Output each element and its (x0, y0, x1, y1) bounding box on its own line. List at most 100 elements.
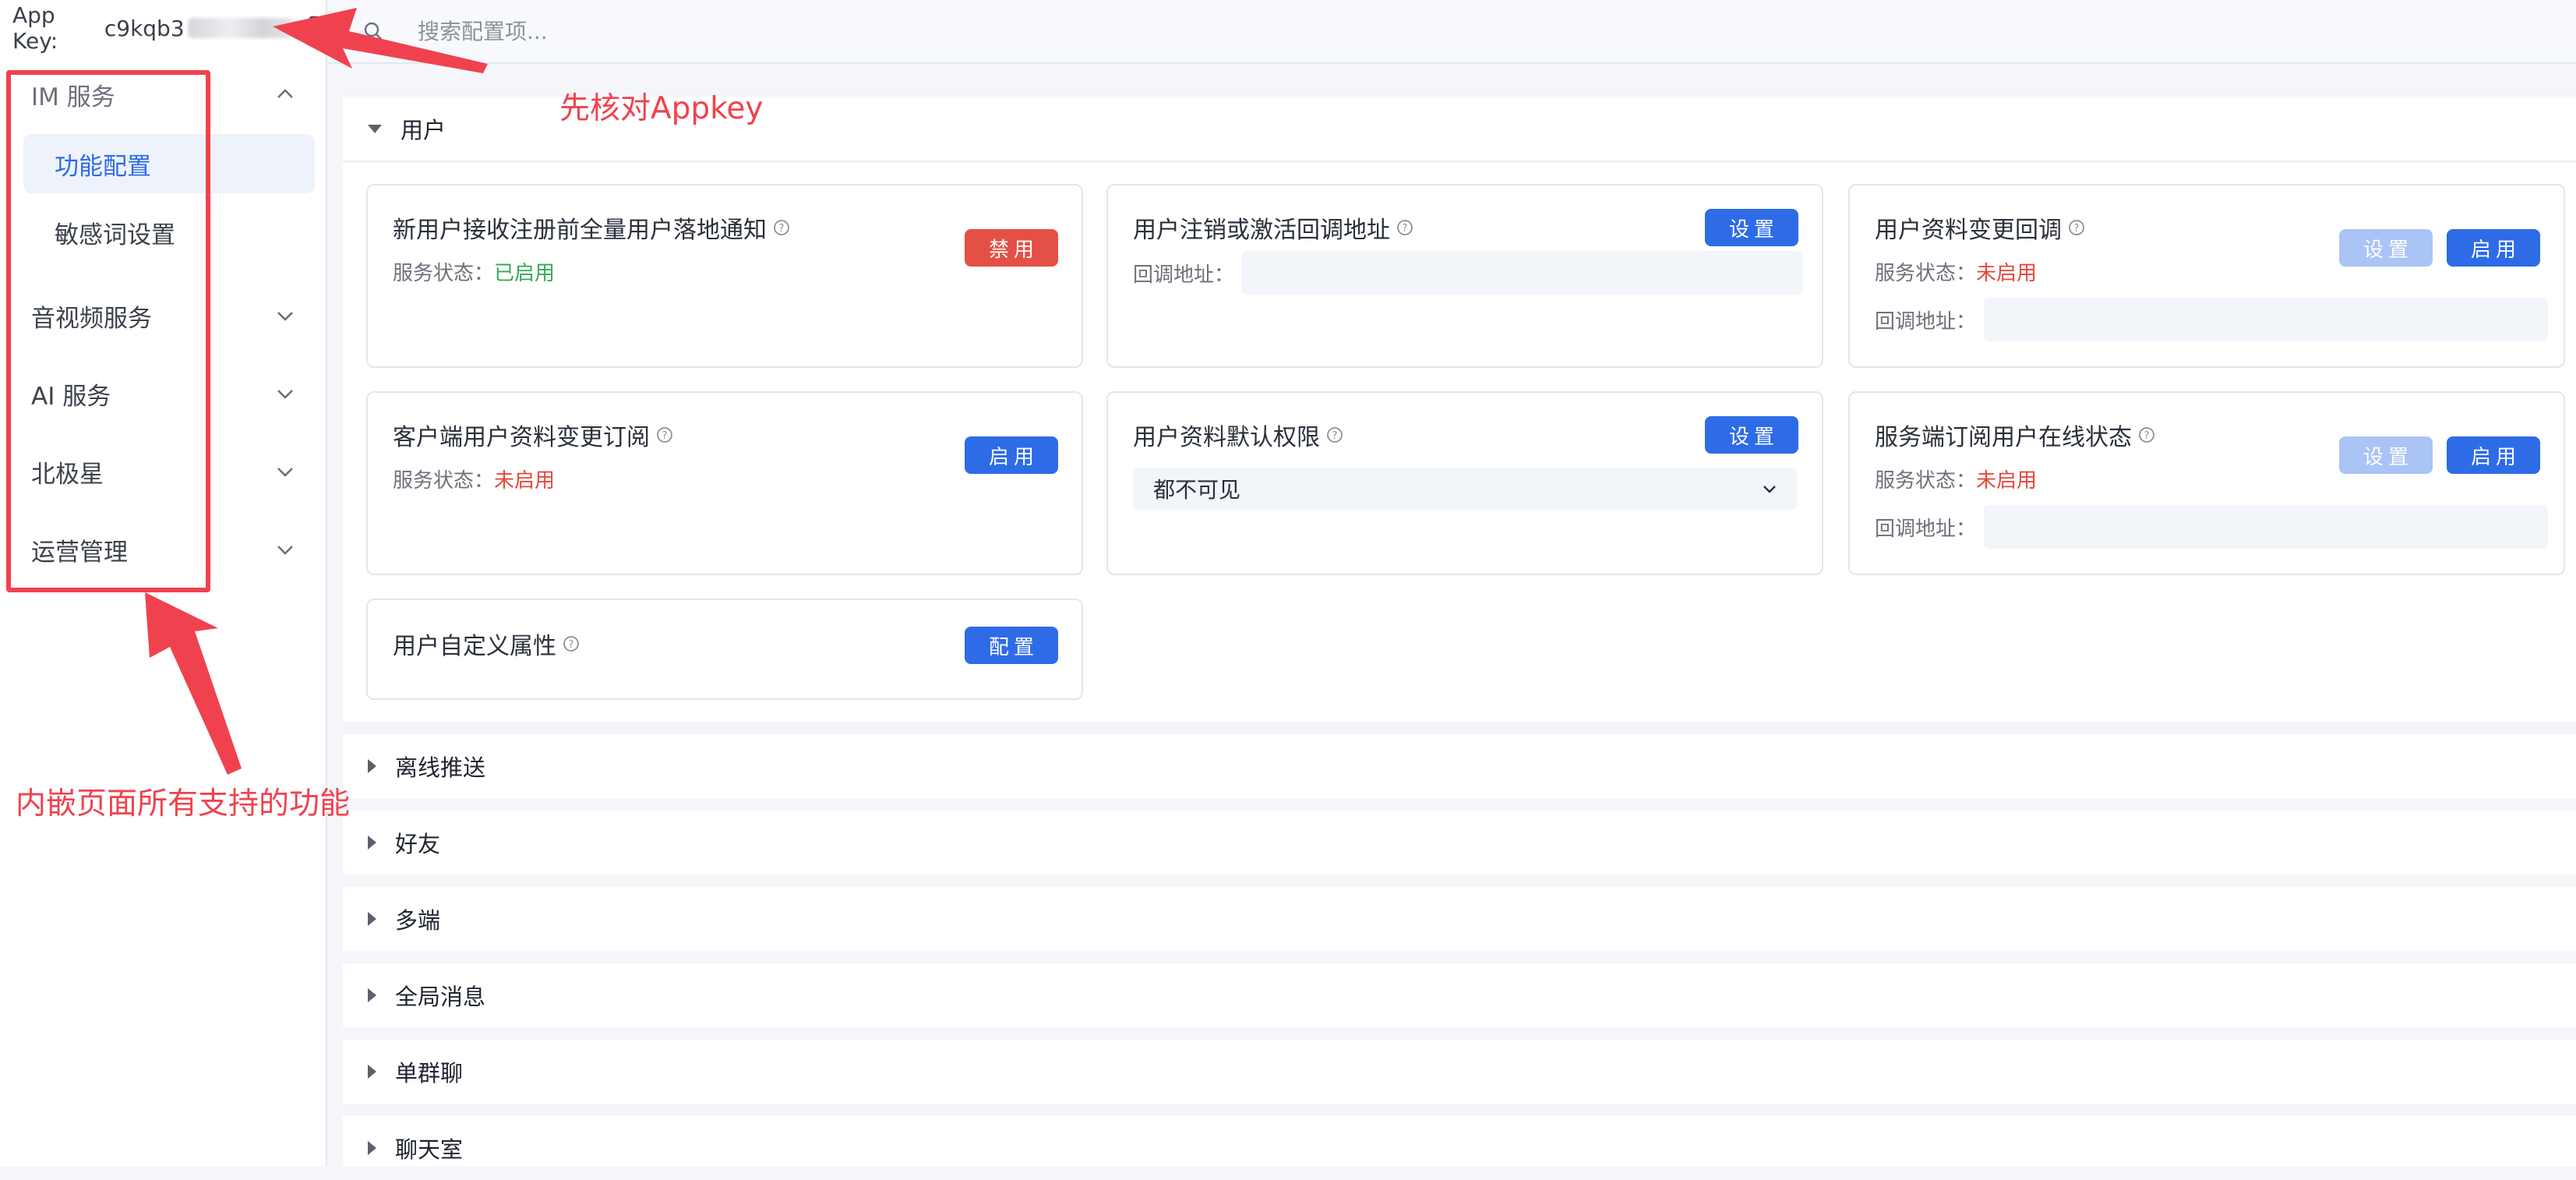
section-header[interactable]: 全局消息 (343, 963, 2576, 1027)
app-key-row: App Key: c9kqb3 (12, 2, 326, 54)
copy-icon[interactable] (304, 15, 326, 41)
card-title: 用户自定义属性 ? (393, 627, 580, 661)
help-icon[interactable]: ? (1326, 426, 1343, 443)
card-title-text: 用户注销或激活回调地址 (1133, 217, 1390, 244)
card-server-online-subscribe: 服务端订阅用户在线状态 ? 服务状态：未启用 回调地址： 设置 启用 (1848, 391, 2565, 575)
section-header[interactable]: 聊天室 (343, 1116, 2576, 1180)
caret-down-icon (368, 124, 382, 133)
card-title-text: 用户自定义属性 (393, 633, 556, 660)
card-user-profile-callback: 用户资料变更回调 ? 服务状态：未启用 回调地址： 设置 启用 (1848, 184, 2565, 368)
card-title-text: 新用户接收注册前全量用户落地通知 (393, 217, 767, 244)
svg-text:?: ? (779, 223, 785, 235)
section-title: 全局消息 (395, 984, 486, 1010)
callback-url-input[interactable] (1984, 298, 2549, 341)
callback-row: 回调地址： (1875, 298, 2549, 341)
help-icon[interactable]: ? (2068, 219, 2085, 236)
section-title: 用户 (401, 117, 446, 143)
status-value: 未启用 (494, 469, 556, 493)
svg-text:?: ? (2144, 430, 2150, 442)
caret-right-icon (368, 988, 376, 1002)
status-value: 未启用 (1976, 262, 2038, 285)
card-title: 服务端订阅用户在线状态 ? (1875, 418, 2155, 452)
card-title: 客户端用户资料变更订阅 ? (393, 418, 673, 452)
service-status: 服务状态：未启用 (1875, 465, 2037, 493)
callback-url-input[interactable] (1242, 251, 1804, 295)
chevron-down-icon (277, 546, 293, 555)
card-title: 用户资料默认权限 ? (1133, 418, 1343, 452)
card-user-logout-callback: 用户注销或激活回调地址 ? 回调地址： 设置 (1106, 184, 1823, 368)
chevron-up-icon (277, 89, 293, 98)
service-status: 服务状态：未启用 (393, 465, 555, 493)
set-button[interactable]: 设置 (2339, 436, 2433, 474)
caret-right-icon (368, 1065, 376, 1079)
card-title: 新用户接收注册前全量用户落地通知 ? (393, 210, 790, 245)
configure-button[interactable]: 配置 (965, 627, 1058, 664)
svg-text:?: ? (1332, 430, 1338, 442)
section-global-message[interactable]: 全局消息 (343, 963, 2576, 1027)
service-status: 服务状态：未启用 (1875, 257, 2037, 286)
callback-url-input[interactable] (1984, 505, 2549, 549)
section-friends[interactable]: 好友 (343, 811, 2576, 874)
search-icon (364, 22, 382, 40)
callback-row: 回调地址： (1875, 505, 2549, 549)
status-label: 服务状态： (393, 262, 495, 285)
section-header[interactable]: 好友 (343, 811, 2576, 874)
help-icon[interactable]: ? (656, 426, 673, 443)
section-p2p-group-chat[interactable]: 单群聊 (343, 1040, 2576, 1104)
annotation-menu-note: 内嵌页面所有支持的功能 (16, 786, 351, 821)
set-button[interactable]: 设置 (1705, 209, 1798, 246)
enable-button[interactable]: 启用 (2447, 436, 2540, 474)
chevron-down-icon (277, 312, 293, 321)
help-icon[interactable]: ? (563, 635, 580, 652)
card-title-text: 用户资料默认权限 (1133, 424, 1320, 451)
section-multi-device[interactable]: 多端 (343, 887, 2576, 951)
caret-right-icon (368, 1141, 376, 1155)
status-label: 服务状态： (1875, 262, 1977, 285)
help-icon[interactable]: ? (1396, 219, 1413, 236)
section-header[interactable]: 离线推送 (343, 734, 2576, 798)
section-title: 单群聊 (395, 1060, 464, 1086)
section-user: 用户 新用户接收注册前全量用户落地通知 ? 服务状态：已启用 禁用 用户注销或激… (343, 97, 2576, 722)
enable-button[interactable]: 启用 (2447, 229, 2540, 267)
chevron-down-icon (277, 468, 293, 477)
card-user-default-permission: 用户资料默认权限 ? 都不可见 设置 (1106, 391, 1823, 575)
card-title: 用户资料变更回调 ? (1875, 210, 2085, 245)
search-input[interactable] (416, 17, 1354, 45)
svg-text:?: ? (2074, 223, 2080, 235)
card-title: 用户注销或激活回调地址 ? (1133, 210, 1413, 245)
help-icon[interactable]: ? (773, 219, 790, 236)
caret-right-icon (368, 836, 376, 850)
disable-button[interactable]: 禁用 (965, 229, 1058, 267)
callback-label: 回调地址： (1133, 263, 1235, 287)
svg-text:?: ? (662, 430, 668, 442)
caret-right-icon (368, 759, 376, 773)
section-title: 聊天室 (395, 1136, 464, 1163)
service-status: 服务状态：已启用 (393, 257, 555, 286)
section-chatroom[interactable]: 聊天室 (343, 1116, 2576, 1166)
svg-text:?: ? (569, 639, 574, 651)
section-title: 多端 (395, 907, 441, 934)
app-key-value: c9kqb3 (104, 15, 185, 41)
section-title: 离线推送 (395, 754, 486, 781)
set-button[interactable]: 设置 (1705, 416, 1798, 454)
help-icon[interactable]: ? (2138, 426, 2155, 443)
chevron-down-icon (277, 390, 293, 399)
section-offline-push[interactable]: 离线推送 (343, 734, 2576, 798)
caret-right-icon (368, 912, 376, 926)
card-new-user-notify: 新用户接收注册前全量用户落地通知 ? 服务状态：已启用 禁用 (366, 184, 1083, 368)
chevron-down-icon (1763, 486, 1776, 493)
card-client-profile-subscribe: 客户端用户资料变更订阅 ? 服务状态：未启用 启用 (366, 391, 1083, 575)
section-header[interactable]: 单群聊 (343, 1040, 2576, 1104)
card-title-text: 服务端订阅用户在线状态 (1875, 424, 2132, 451)
set-button[interactable]: 设置 (2339, 229, 2433, 267)
permission-select[interactable]: 都不可见 (1133, 468, 1797, 510)
status-label: 服务状态： (393, 469, 495, 493)
section-header[interactable]: 多端 (343, 887, 2576, 951)
search-bar (327, 0, 2576, 64)
select-value: 都不可见 (1153, 477, 1241, 503)
enable-button[interactable]: 启用 (965, 436, 1058, 474)
status-label: 服务状态： (1875, 469, 1977, 493)
status-value: 已启用 (494, 262, 556, 285)
svg-text:?: ? (1403, 223, 1408, 235)
callback-row: 回调地址： (1133, 251, 1804, 295)
